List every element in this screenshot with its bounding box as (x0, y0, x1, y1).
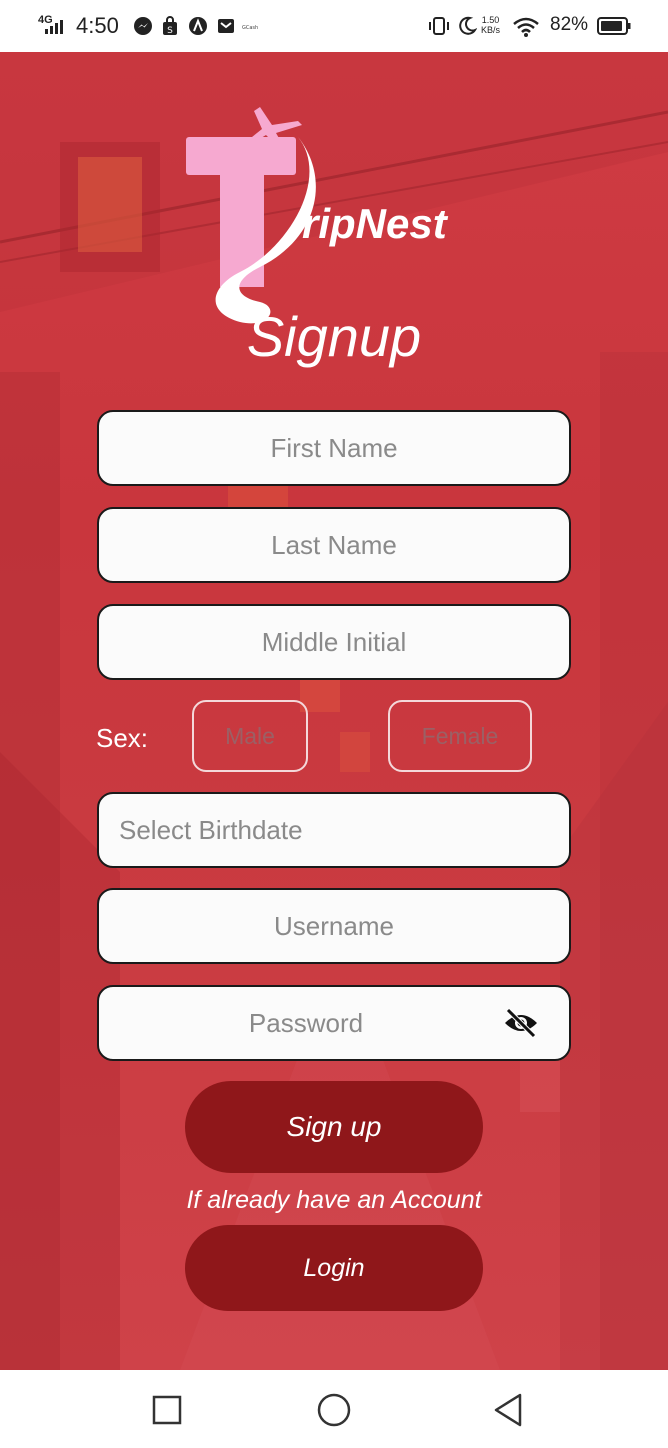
username-input[interactable]: Username (97, 888, 571, 964)
speed-unit: KB/s (481, 25, 501, 35)
brand-name: ripNest (302, 200, 447, 247)
svg-text:GCash: GCash (242, 25, 258, 31)
sex-male-button[interactable]: Male (192, 700, 308, 772)
gcash-icon: GCash (242, 25, 258, 31)
app-a-icon (189, 17, 207, 35)
clock: 4:50 (76, 13, 119, 38)
password-placeholder: Password (248, 1007, 364, 1038)
login-helper-text: If already have an Account (186, 1186, 482, 1214)
signup-button[interactable]: Sign up (185, 1081, 483, 1173)
middle-initial-placeholder: Middle Initial (261, 626, 407, 657)
sex-label: Sex: (96, 723, 149, 753)
recents-square-icon[interactable] (149, 1392, 185, 1428)
battery-percent: 82% (550, 14, 589, 35)
home-circle-icon[interactable] (316, 1392, 352, 1428)
speed-value: 1.50 (481, 15, 500, 25)
wifi-icon (513, 17, 539, 37)
messenger-icon (134, 17, 152, 35)
eye-off-icon[interactable] (503, 1007, 539, 1039)
status-bar: 4G 4:50 S GCash 1.50 KB/s 82% (0, 0, 668, 52)
shopping-bag-icon: S (163, 16, 177, 36)
back-triangle-icon[interactable] (490, 1392, 526, 1428)
last-name-input[interactable]: Last Name (97, 507, 571, 583)
mail-icon (218, 19, 234, 33)
last-name-placeholder: Last Name (271, 529, 397, 560)
battery-icon (597, 17, 631, 35)
signal-icon (45, 20, 63, 34)
moon-icon (459, 16, 477, 35)
vibrate-icon (429, 17, 449, 35)
username-placeholder: Username (274, 910, 394, 941)
network-speed: 1.50 KB/s (481, 15, 500, 35)
first-name-placeholder: First Name (270, 432, 398, 463)
birthdate-picker[interactable]: Select Birthdate (97, 792, 571, 868)
password-input[interactable]: Password (97, 985, 571, 1061)
page-title: Signup (246, 305, 422, 368)
svg-text:S: S (167, 26, 173, 36)
middle-initial-input[interactable]: Middle Initial (97, 604, 571, 680)
birthdate-placeholder: Select Birthdate (119, 814, 303, 845)
navigation-bar (0, 1370, 668, 1448)
first-name-input[interactable]: First Name (97, 410, 571, 486)
signup-screen: ripNest Signup First Name Last Name Midd… (0, 52, 668, 1370)
sex-female-button[interactable]: Female (388, 700, 532, 772)
login-button[interactable]: Login (185, 1225, 483, 1311)
